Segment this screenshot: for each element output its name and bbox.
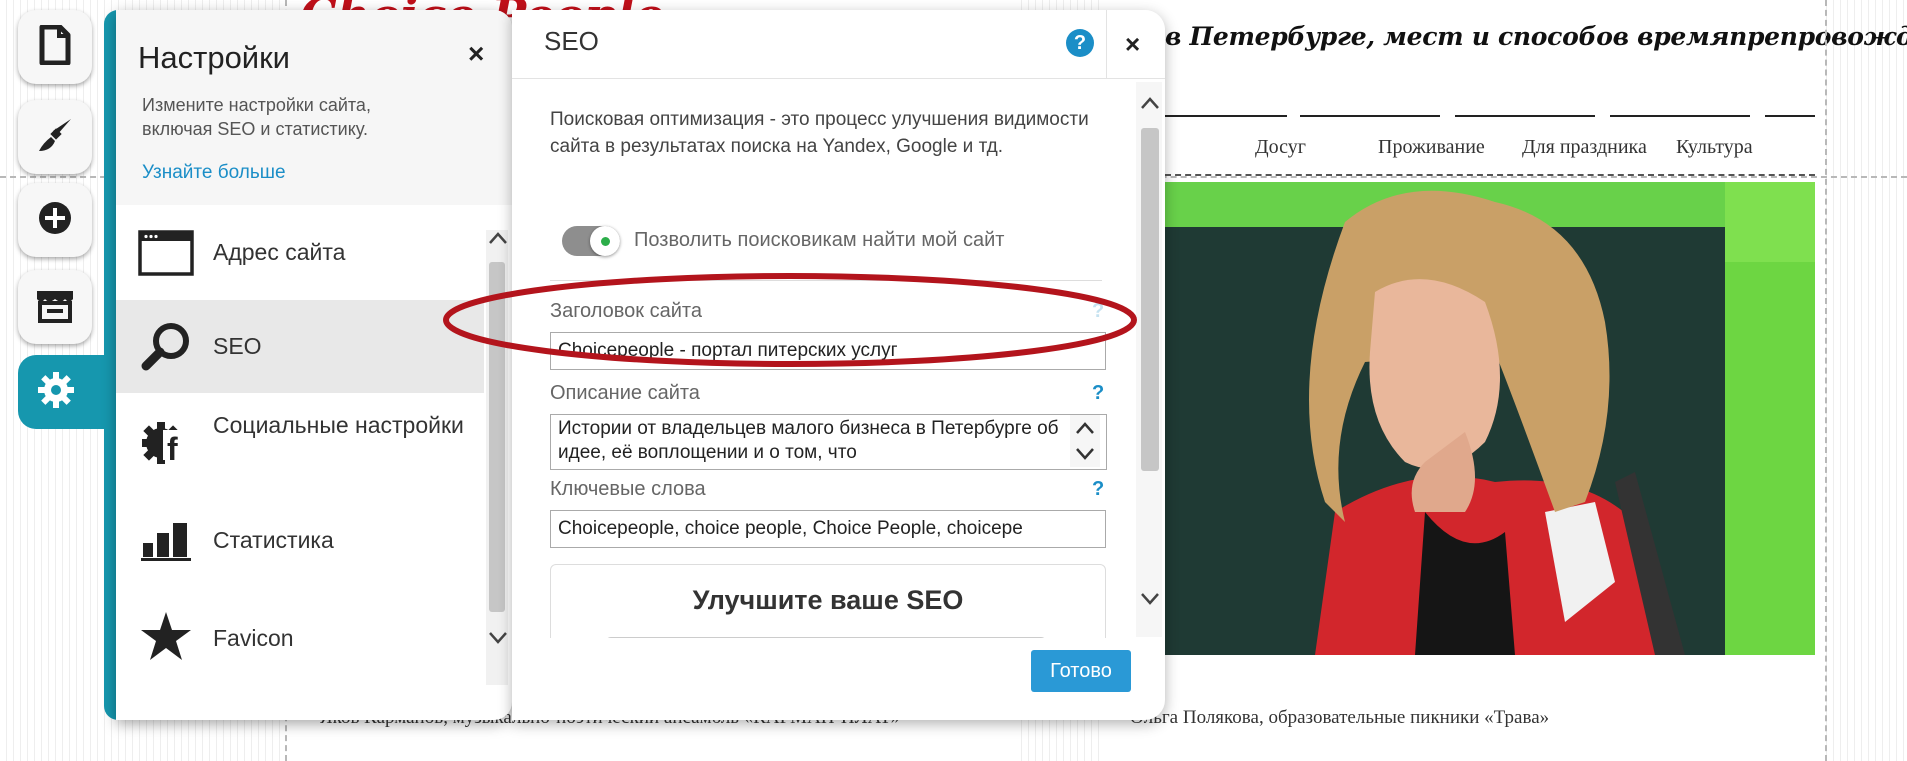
improve-seo-card: Улучшите ваше SEO [550,564,1106,638]
guide-line [1825,0,1827,761]
store-icon [35,287,75,328]
menu-item-favicon[interactable]: Favicon [116,586,484,686]
svg-text:f: f [167,431,178,467]
improve-seo-button[interactable] [605,637,1047,638]
hero-photo [1165,182,1815,655]
seo-intro-text: Поисковая оптимизация - это процесс улуч… [550,109,1089,157]
nav-divider [1765,115,1815,117]
menu-label: Favicon [213,625,294,651]
nav-divider [1165,115,1287,117]
learn-more-link[interactable]: Узнайте больше [142,162,286,184]
site-description-textarea[interactable]: Истории от владельцев малого бизнеса в П… [550,414,1107,470]
store-tool-button[interactable] [18,270,92,344]
header-separator [1106,10,1107,78]
seo-title: SEO [544,26,599,56]
design-tool-button[interactable] [18,100,92,174]
seo-scroll-thumb[interactable] [1141,128,1159,471]
nav-divider [1300,115,1440,117]
seo-close-button[interactable]: × [1125,30,1140,58]
brush-icon [35,115,75,160]
add-tool-button[interactable] [18,183,92,257]
chevron-down-icon[interactable] [488,628,508,651]
done-button[interactable]: Готово [1031,650,1131,692]
nav-item-dosug[interactable]: Досуг [1255,136,1306,159]
improve-seo-title: Улучшите ваше SEO [692,585,964,615]
nav-item-kultura[interactable]: Культура [1676,136,1753,159]
site-tagline: в Петербурге, мест и способов времяпрепр… [1165,22,1907,51]
pages-tool-button[interactable] [18,10,92,84]
menu-item-social-settings[interactable]: f Социальные настройки [116,393,484,494]
page-icon [38,24,72,70]
settings-close-button[interactable]: × [468,40,484,68]
menu-label: Статистика [213,527,334,553]
site-description-help-icon[interactable]: ? [1092,382,1104,405]
keywords-input[interactable]: Choicepeople, choice people, Choice Peop… [550,510,1106,548]
settings-title: Настройки [138,40,291,75]
toggle-label: Позволить поисковикам найти мой сайт [634,229,1005,251]
site-description-label: Описание сайта [550,382,700,404]
chevron-up-icon[interactable] [1140,96,1160,115]
nav-divider [1610,115,1750,117]
chevron-down-icon[interactable] [1140,592,1160,611]
magnifier-icon [136,316,196,376]
settings-tool-button[interactable] [18,355,108,429]
nav-divider [1455,115,1595,117]
menu-item-seo[interactable]: SEO [116,300,484,394]
menu-label: SEO [213,333,262,359]
keywords-help-icon[interactable]: ? [1092,478,1104,501]
plus-circle-icon [37,200,73,241]
keywords-label: Ключевые слова [550,478,706,500]
settings-description: Измените настройки сайта, включая SEO и … [142,95,371,139]
toggle-on-indicator [601,237,610,246]
browser-window-icon [136,223,196,283]
star-icon [136,606,196,666]
highlight-ellipse-annotation [443,273,1137,367]
settings-menu: Адрес сайта SEO f Социальные настройки С… [116,205,484,686]
menu-item-site-address[interactable]: Адрес сайта [116,205,484,301]
bar-chart-icon [136,509,196,569]
nav-item-prozhivanie[interactable]: Проживание [1378,136,1485,159]
textarea-scrollbar[interactable] [1070,415,1100,467]
menu-label: Социальные настройки [213,412,464,438]
nav-item-dlya-prazdnika[interactable]: Для праздника [1522,136,1647,159]
chevron-up-icon[interactable] [488,228,508,251]
gear-icon [36,370,76,415]
menu-label: Адрес сайта [213,239,346,265]
menu-item-statistics[interactable]: Статистика [116,493,484,587]
social-gear-icon: f [136,413,196,473]
help-icon[interactable]: ? [1066,29,1094,57]
caption-right: Ольга Полякова, образовательные пикники … [1130,707,1550,728]
